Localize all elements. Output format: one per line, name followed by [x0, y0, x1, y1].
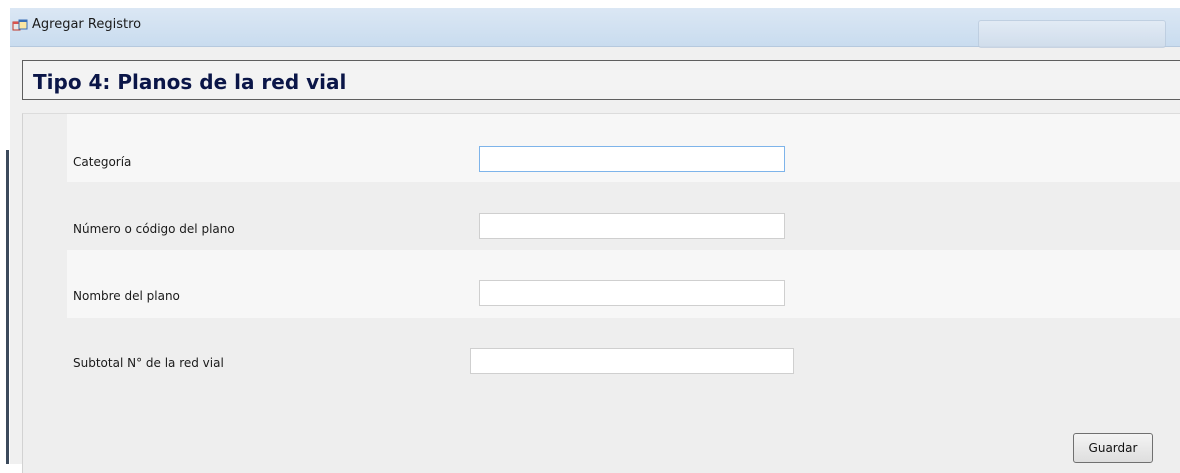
- section-title: Tipo 4: Planos de la red vial: [33, 70, 347, 94]
- form-panel: Categoría Número o código del plano Nomb…: [22, 113, 1180, 473]
- nombre-plano-input[interactable]: [479, 280, 785, 306]
- section-header: Tipo 4: Planos de la red vial: [22, 60, 1180, 100]
- form-row-categoria: Categoría: [67, 114, 1180, 182]
- subtotal-red-vial-label: Subtotal N° de la red vial: [73, 356, 224, 370]
- add-record-window: Agregar Registro Tipo 4: Planos de la re…: [10, 8, 1180, 473]
- nombre-plano-label: Nombre del plano: [73, 289, 180, 303]
- form-row-nombre-plano: Nombre del plano: [67, 250, 1180, 318]
- categoria-label: Categoría: [73, 155, 132, 169]
- form-row-subtotal-red-vial: Subtotal N° de la red vial: [67, 318, 1180, 386]
- categoria-input[interactable]: [479, 146, 785, 172]
- background-window-edge: [6, 150, 9, 464]
- app-window-icon: [12, 19, 28, 31]
- numero-plano-label: Número o código del plano: [73, 222, 235, 236]
- window-title: Agregar Registro: [32, 17, 142, 32]
- form-row-numero-plano: Número o código del plano: [67, 182, 1180, 250]
- save-button[interactable]: Guardar: [1073, 433, 1153, 463]
- title-bar[interactable]: Agregar Registro: [10, 8, 1180, 48]
- background-button: [978, 20, 1166, 48]
- numero-plano-input[interactable]: [479, 213, 785, 239]
- subtotal-red-vial-input[interactable]: [470, 348, 794, 374]
